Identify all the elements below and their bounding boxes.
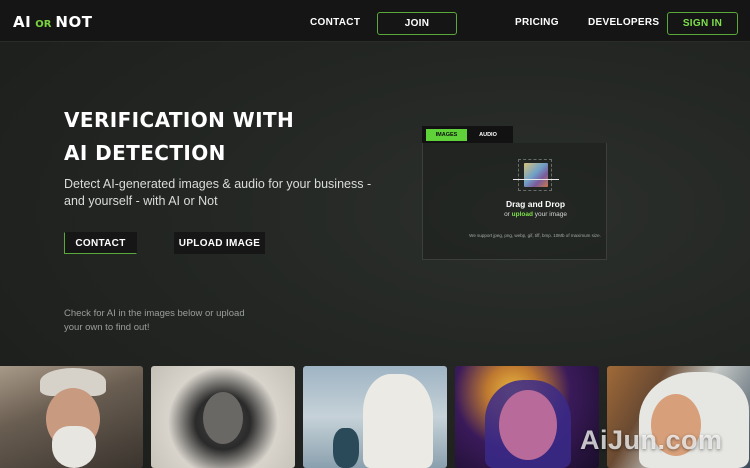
- hero-title-line-2: AI DETECTION: [64, 141, 226, 165]
- logo[interactable]: AI OR NOT: [13, 13, 92, 31]
- beard-shape: [52, 426, 96, 468]
- join-button[interactable]: JOIN: [377, 12, 457, 35]
- nav-contact-link[interactable]: CONTACT: [310, 17, 360, 28]
- upload-link[interactable]: upload: [512, 211, 533, 218]
- top-navbar: AI OR NOT CONTACT JOIN PRICING DEVELOPER…: [0, 0, 750, 42]
- drop-zone-subtitle: or upload your image: [423, 211, 648, 218]
- gallery-hint: Check for AI in the images below or uplo…: [64, 308, 245, 333]
- supported-formats-note: We support jpeg, png, webp, gif, tiff, b…: [469, 233, 601, 238]
- logo-not: NOT: [55, 13, 93, 31]
- image-upload-icon: [513, 159, 559, 191]
- seal-shape: [333, 428, 359, 468]
- sign-in-button[interactable]: SIGN IN: [667, 12, 738, 35]
- hero-subtitle: Detect AI-generated images & audio for y…: [64, 177, 372, 208]
- drop-zone-title: Drag and Drop: [505, 199, 566, 209]
- hero-title: VERIFICATION WITH AI DETECTION: [64, 104, 294, 170]
- watermark-text: AiJun.com: [580, 425, 723, 455]
- nav-developers-link[interactable]: DEVELOPERS: [588, 17, 659, 28]
- sample-image-old-man[interactable]: [0, 366, 143, 468]
- or-text: or: [504, 211, 510, 218]
- image-thumbnail-icon: [524, 163, 548, 187]
- drop-zone[interactable]: Drag and Drop or upload your image We su…: [422, 143, 607, 260]
- tab-audio[interactable]: AUDIO: [471, 129, 505, 141]
- sample-image-neon-portrait[interactable]: [455, 366, 599, 468]
- your-image-text: your image: [534, 211, 567, 218]
- bear-shape: [363, 374, 433, 468]
- media-type-tabs: IMAGES AUDIO: [422, 126, 513, 143]
- sample-image-polar-bear[interactable]: [303, 366, 447, 468]
- scan-line: [513, 179, 559, 180]
- contact-button[interactable]: CONTACT: [64, 232, 137, 254]
- nav-pricing-link[interactable]: PRICING: [515, 17, 559, 28]
- face-shape: [203, 392, 243, 444]
- sample-image-ornate-figure[interactable]: [151, 366, 295, 468]
- logo-or: OR: [35, 19, 52, 30]
- tab-images[interactable]: IMAGES: [426, 128, 467, 141]
- logo-ai: AI: [13, 13, 32, 31]
- face-shape: [499, 390, 557, 460]
- upload-image-button[interactable]: UPLOAD IMAGE: [174, 232, 265, 254]
- hero-title-line-1: VERIFICATION WITH: [64, 108, 295, 132]
